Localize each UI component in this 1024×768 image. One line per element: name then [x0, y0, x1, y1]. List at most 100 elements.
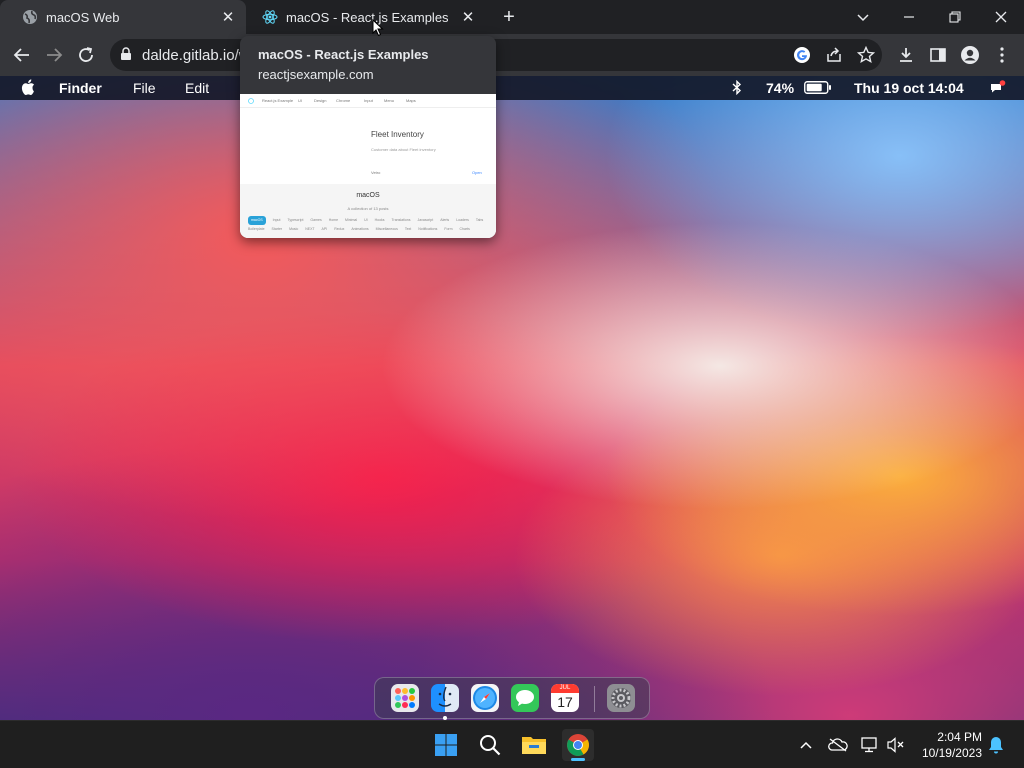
- thumb-card-title: Fleet Inventory: [371, 130, 424, 139]
- thumb-tag: Minimal: [345, 218, 358, 222]
- download-icon[interactable]: [894, 43, 918, 67]
- thumb-tag: Typescript: [287, 218, 304, 222]
- bookmark-star-icon[interactable]: [854, 43, 878, 67]
- profile-icon[interactable]: [958, 43, 982, 67]
- system-preferences-icon[interactable]: [607, 684, 635, 712]
- preview-domain: reactjsexample.com: [258, 67, 374, 82]
- thumb-card-link: Open: [472, 170, 482, 175]
- windows-taskbar: 2:04 PM 10/19/2023: [0, 720, 1024, 768]
- side-panel-icon[interactable]: [926, 43, 950, 67]
- tab-macos-web[interactable]: macOS Web ✕: [0, 0, 246, 34]
- tab-react-examples[interactable]: macOS - React.js Examples ✕: [240, 0, 486, 34]
- macos-menubar: Finder File Edit 74% Thu 19 oct 14:04: [0, 76, 1024, 100]
- thumb-tag: API: [321, 227, 328, 231]
- taskbar-time: 2:04 PM: [937, 730, 982, 744]
- thumb-card-desc: Customer data about Fleet inventory: [371, 147, 436, 152]
- tab-strip: macOS Web ✕ macOS - React.js Examples ✕ …: [0, 0, 1024, 34]
- tab-search-icon[interactable]: [840, 0, 886, 34]
- kebab-menu-icon[interactable]: [990, 43, 1014, 67]
- thumb-tag: Tabs: [475, 218, 484, 222]
- thumb-tag: Music: [289, 227, 299, 231]
- share-icon[interactable]: [822, 43, 846, 67]
- battery-icon[interactable]: [804, 81, 832, 97]
- minimize-button[interactable]: [886, 0, 932, 34]
- thumb-nav-item: Design: [314, 98, 327, 103]
- mouse-cursor-icon: [372, 18, 384, 42]
- chrome-active-indicator: [571, 758, 585, 761]
- thumb-nav-item: UI: [298, 98, 302, 103]
- finder-icon[interactable]: [431, 684, 459, 712]
- launchpad-icon[interactable]: [391, 684, 419, 712]
- search-icon[interactable]: [474, 729, 506, 761]
- thumb-tag: macOS: [248, 216, 266, 225]
- thumb-nav-item: Input: [364, 98, 373, 103]
- close-window-button[interactable]: [978, 0, 1024, 34]
- tray-overflow-icon[interactable]: [796, 735, 816, 755]
- file-explorer-icon[interactable]: [518, 729, 550, 761]
- thumb-nav-item: Maps: [406, 98, 416, 103]
- thumb-card: Fleet Inventory Customer data about Flee…: [358, 112, 496, 182]
- thumb-tag: Boilerplate: [248, 227, 265, 231]
- thumb-tag: Hooks: [374, 218, 385, 222]
- new-tab-button[interactable]: +: [498, 6, 520, 28]
- messages-icon[interactable]: [511, 684, 539, 712]
- menu-finder[interactable]: Finder: [59, 80, 102, 96]
- network-icon[interactable]: [860, 735, 880, 755]
- thumb-tag: Redux: [334, 227, 345, 231]
- thumb-tag: Javascript: [417, 218, 434, 222]
- menu-edit[interactable]: Edit: [185, 80, 209, 96]
- forward-button[interactable]: [42, 43, 66, 67]
- thumb-tag: Notifications: [418, 227, 438, 231]
- address-bar[interactable]: dalde.gitlab.io/w: [110, 39, 882, 71]
- notification-bell-icon[interactable]: [986, 735, 1006, 755]
- taskbar-clock[interactable]: 2:04 PM 10/19/2023: [916, 729, 982, 761]
- onedrive-icon[interactable]: [828, 735, 848, 755]
- screen: macOS Web ✕ macOS - React.js Examples ✕ …: [0, 0, 1024, 768]
- calendar-day: 17: [557, 694, 573, 710]
- notification-center-icon[interactable]: [990, 80, 1006, 97]
- calendar-icon[interactable]: JUL 17: [551, 684, 579, 712]
- bluetooth-icon[interactable]: [732, 79, 742, 98]
- thumb-tag: Translations: [391, 218, 411, 222]
- safari-icon[interactable]: [471, 684, 499, 712]
- thumb-section-subtitle: A collection of 13 posts: [347, 206, 389, 211]
- volume-muted-icon[interactable]: [886, 735, 906, 755]
- thumb-card-site: Vetro: [371, 170, 381, 175]
- taskbar-date: 10/19/2023: [921, 746, 982, 760]
- reload-button[interactable]: [74, 43, 98, 67]
- thumb-logo-icon: [248, 98, 254, 105]
- thumb-tag: Text: [404, 227, 412, 231]
- thumb-tag: Miscellaneous: [375, 227, 398, 231]
- globe-icon: [22, 9, 38, 25]
- thumb-tag: Loaders: [456, 218, 469, 222]
- url-text: dalde.gitlab.io/w: [142, 47, 250, 64]
- thumb-tag: Games: [310, 218, 322, 222]
- thumb-tag: Alerts: [440, 218, 450, 222]
- thumb-tag: Charts: [459, 227, 470, 231]
- tab-hover-preview: macOS - React.js Examples reactjsexample…: [240, 36, 496, 238]
- battery-percent: 74%: [766, 80, 795, 96]
- thumbnail-nav: React.js Example UI Design Chrome Input …: [240, 94, 496, 108]
- close-tab-icon[interactable]: ✕: [458, 7, 478, 27]
- preview-title: macOS - React.js Examples: [258, 47, 429, 62]
- dock-separator: [594, 686, 595, 712]
- thumb-nav-item: Menu: [384, 98, 395, 103]
- apple-icon[interactable]: [21, 79, 35, 98]
- windows-start-icon[interactable]: [430, 729, 462, 761]
- google-lens-icon[interactable]: [790, 43, 814, 67]
- macos-dock: JUL 17: [374, 677, 650, 720]
- close-tab-icon[interactable]: ✕: [218, 7, 238, 27]
- thumb-tag: Starter: [271, 227, 283, 231]
- tab-title: macOS Web: [46, 9, 120, 25]
- calendar-month: JUL: [551, 684, 579, 693]
- back-button[interactable]: [10, 43, 34, 67]
- thumb-nav-item: Chrome: [336, 98, 351, 103]
- menubar-datetime: Thu 19 oct 14:04: [854, 80, 964, 96]
- macos-desktop: Finder File Edit 74% Thu 19 oct 14:04 JU…: [0, 76, 1024, 720]
- chrome-taskbar-icon[interactable]: [562, 729, 594, 761]
- restore-button[interactable]: [932, 0, 978, 34]
- lock-icon: [120, 47, 132, 66]
- thumb-tag: Form: [444, 227, 453, 231]
- thumb-tag: UI: [364, 218, 368, 222]
- menu-file[interactable]: File: [133, 80, 156, 96]
